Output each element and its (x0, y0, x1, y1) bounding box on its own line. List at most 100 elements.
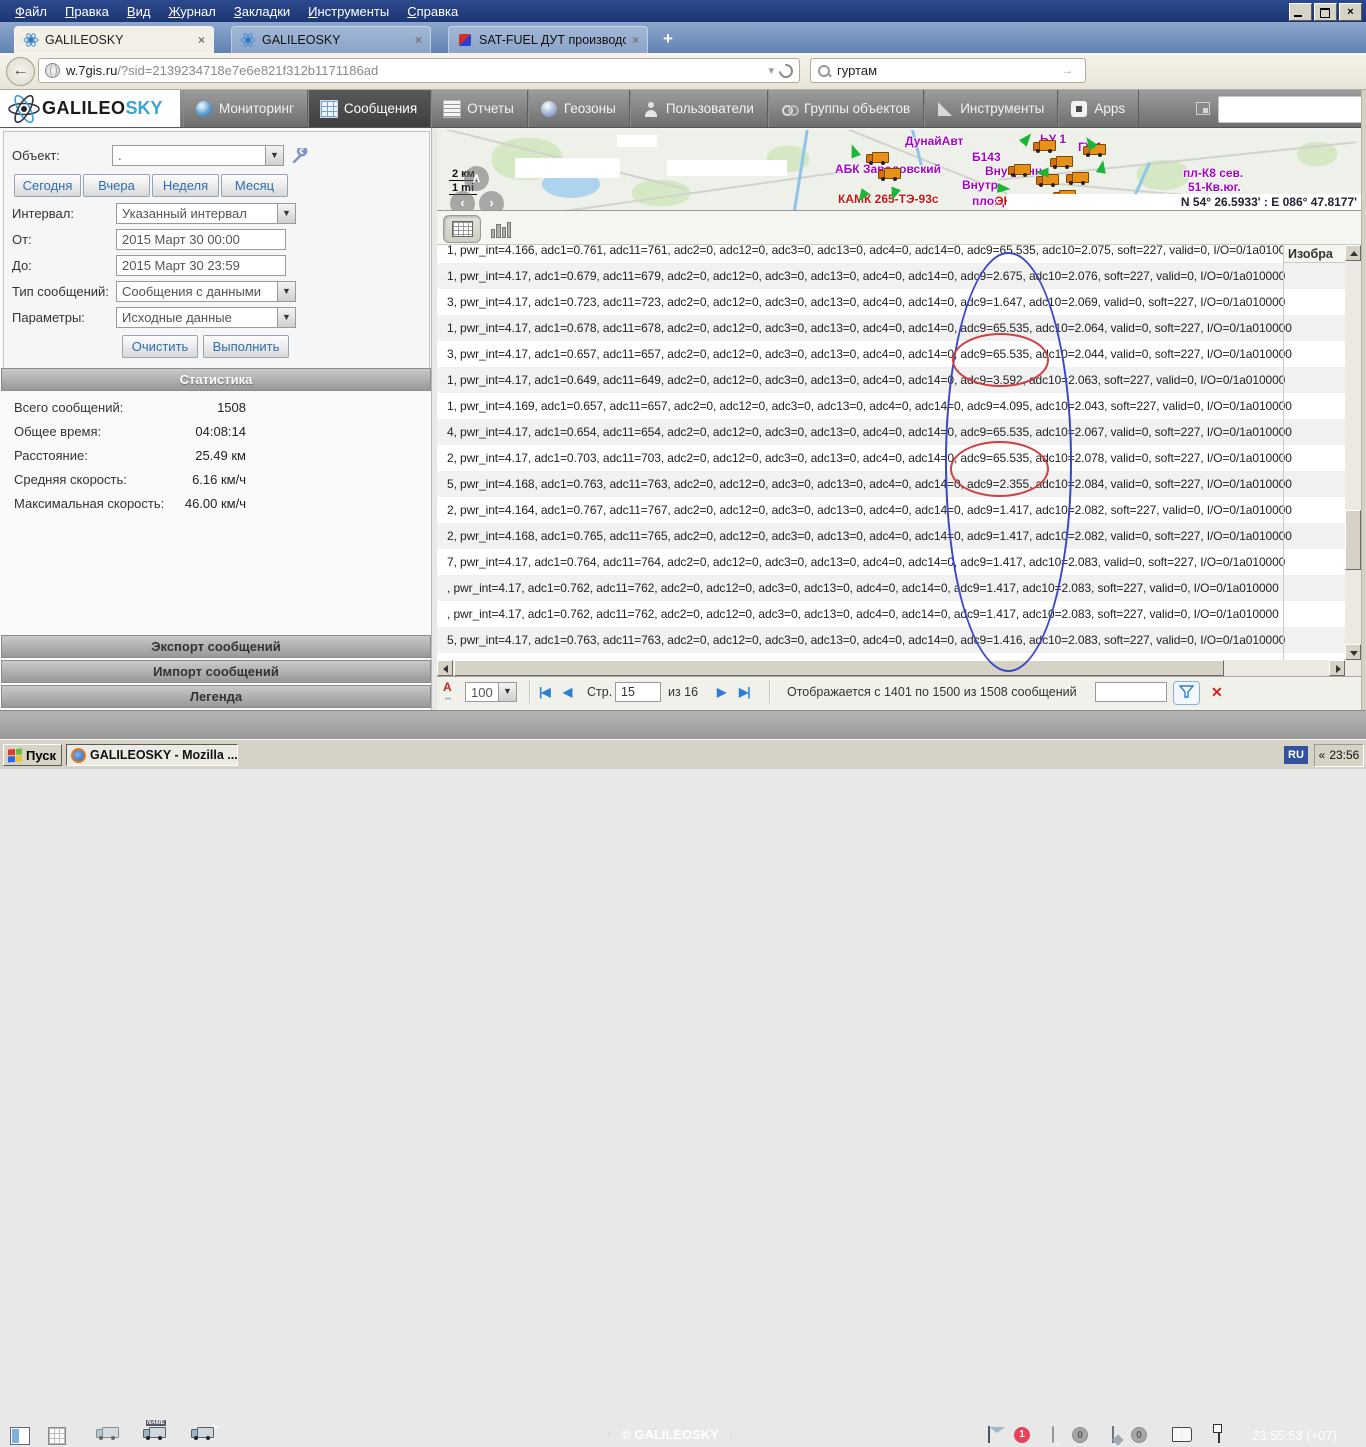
first-page-button[interactable]: |◀ (539, 682, 550, 702)
table-row[interactable]: 7, pwr_int=4.17, adc1=0.764, adc11=764, … (437, 549, 1345, 575)
restore-button[interactable] (1314, 3, 1337, 21)
params-select[interactable]: Исходные данные▼ (116, 307, 296, 328)
next-page-button[interactable]: ▶ (717, 682, 725, 702)
quick-range-button[interactable]: Неделя (152, 174, 219, 197)
clear-button[interactable]: Очистить (122, 335, 198, 358)
run-button[interactable]: Выполнить (203, 335, 289, 358)
page-number-input[interactable]: 15 (615, 682, 661, 702)
tab-close-icon[interactable]: × (632, 33, 639, 47)
from-input[interactable]: 2015 Март 30 00:00 (116, 229, 286, 250)
truck-icon[interactable] (877, 168, 901, 181)
horizontal-scrollbar[interactable] (437, 660, 1345, 676)
map-pan-up-button[interactable]: ∧ (464, 166, 489, 191)
reload-icon[interactable] (776, 61, 796, 81)
legend-bar[interactable]: Легенда (1, 685, 431, 708)
table-row[interactable]: 1, pwr_int=4.17, adc1=0.678, adc11=678, … (437, 315, 1345, 341)
photos-icon[interactable] (1112, 1426, 1114, 1443)
chat-icon[interactable] (1052, 1426, 1054, 1443)
object-select[interactable]: .▼ (112, 145, 284, 166)
vertical-scrollbar[interactable] (1345, 245, 1361, 676)
copyright-text[interactable]: ›© GALILEOSKY› (560, 1427, 780, 1442)
main-nav-item[interactable]: Мониторинг (183, 90, 308, 127)
menu-item[interactable]: Закладки (225, 2, 299, 21)
close-button[interactable]: × (1339, 3, 1362, 21)
quick-range-button[interactable]: Сегодня (14, 174, 81, 197)
truck-names-icon[interactable]: NAME (142, 1427, 166, 1440)
map-pan-right-button[interactable]: › (479, 191, 504, 211)
main-nav-item[interactable]: Apps (1058, 90, 1139, 127)
truck-icon[interactable] (1049, 156, 1073, 169)
table-row[interactable]: 1, pwr_int=4.169, adc1=0.657, adc11=657,… (437, 393, 1345, 419)
search-bar[interactable]: гуртам → (810, 58, 1086, 83)
table-row[interactable]: 2, pwr_int=4.17, adc1=0.703, adc11=703, … (437, 445, 1345, 471)
table-view-button[interactable] (443, 215, 481, 243)
messages-table[interactable]: 1, pwr_int=4.166, adc1=0.761, adc11=761,… (437, 245, 1345, 660)
page-scrollbar-strip[interactable] (1361, 90, 1366, 710)
menu-item[interactable]: Правка (56, 2, 118, 21)
popup-window-icon[interactable] (1196, 102, 1210, 115)
url-dropdown-icon[interactable]: ▾ (763, 64, 779, 77)
page-size-select[interactable]: 100▼ (465, 682, 517, 702)
new-tab-button[interactable]: + (655, 28, 681, 50)
tray-expand-icon[interactable]: « (1319, 748, 1326, 762)
language-indicator[interactable]: RU (1284, 746, 1308, 764)
table-row[interactable]: 1, pwr_int=4.17, adc1=0.679, adc11=679, … (437, 263, 1345, 289)
table-row[interactable]: 5, pwr_int=4.168, adc1=0.763, adc11=763,… (437, 471, 1345, 497)
table-row[interactable]: 3, pwr_int=4.17, adc1=0.657, adc11=657, … (437, 341, 1345, 367)
table-row[interactable]: 4, pwr_int=4.17, adc1=0.654, adc11=654, … (437, 419, 1345, 445)
scroll-right-button[interactable] (1329, 660, 1345, 676)
truck-icon[interactable] (1065, 172, 1089, 185)
search-input[interactable]: гуртам (837, 63, 1057, 78)
tab-close-icon[interactable]: × (198, 33, 205, 47)
main-nav-item[interactable]: Отчеты (431, 90, 528, 127)
truck-icon[interactable] (1032, 140, 1056, 153)
filter-clear-icon[interactable]: ✕ (1211, 682, 1223, 702)
main-nav-item[interactable]: Геозоны (528, 90, 630, 127)
statistics-header[interactable]: Статистика (1, 368, 431, 391)
vertical-scroll-thumb[interactable] (1345, 510, 1361, 570)
table-row[interactable]: , pwr_int=4.17, adc1=0.762, adc11=762, a… (437, 601, 1345, 627)
filter-funnel-button[interactable] (1173, 681, 1200, 705)
truck-toggle-icon[interactable] (95, 1427, 119, 1440)
menu-item[interactable]: Инструменты (299, 2, 398, 21)
menu-item[interactable]: Справка (398, 2, 467, 21)
wrench-icon[interactable] (292, 148, 310, 164)
last-page-button[interactable]: ▶| (739, 682, 750, 702)
table-row[interactable]: 5, pwr_int=4.17, adc1=0.763, adc11=763, … (437, 627, 1345, 653)
url-bar[interactable]: w.7gis.ru/?sid=2139234718e7e6e821f312b11… (38, 58, 800, 83)
map-source-icon[interactable] (1218, 1426, 1220, 1443)
truck-follow-icon[interactable]: ➤ (190, 1427, 214, 1440)
start-button[interactable]: Пуск (3, 744, 62, 766)
table-row[interactable]: , pwr_int=4.17, adc1=0.762, adc11=762, a… (437, 575, 1345, 601)
autofit-icon[interactable]: A↔ (443, 682, 452, 702)
main-nav-item[interactable]: Инструменты (924, 90, 1058, 127)
interval-select[interactable]: Указанный интервал▼ (116, 203, 296, 224)
scroll-left-button[interactable] (437, 660, 453, 676)
quick-range-button[interactable]: Вчера (83, 174, 150, 197)
menu-item[interactable]: Вид (118, 2, 160, 21)
table-filter-input[interactable] (1095, 682, 1167, 702)
prev-page-button[interactable]: ◀ (563, 682, 571, 702)
map-view[interactable]: 2 км 1 mi ∧ ‹ › ДунайАвтЬУ 1ГУ 1АБК Заво… (437, 130, 1361, 211)
truck-icon[interactable] (1007, 164, 1031, 177)
tab-close-icon[interactable]: × (415, 33, 422, 47)
taskbar-window-button[interactable]: GALILEOSKY - Mozilla ... (66, 744, 238, 766)
quick-range-button[interactable]: Месяц (221, 174, 288, 197)
scroll-up-button[interactable] (1345, 245, 1361, 261)
back-button[interactable]: ← (6, 57, 35, 86)
panels-layout-icon[interactable] (10, 1427, 30, 1445)
msgtype-select[interactable]: Сообщения с данными▼ (116, 281, 296, 302)
browser-tab[interactable]: GALILEOSKY × (231, 26, 431, 53)
main-nav-item[interactable]: Группы объектов (768, 90, 924, 127)
scroll-down-button[interactable] (1345, 644, 1361, 660)
menu-item[interactable]: Журнал (159, 2, 224, 21)
chart-view-button[interactable] (489, 218, 511, 238)
horizontal-scroll-thumb[interactable] (454, 660, 1224, 676)
grid-layout-icon[interactable] (48, 1427, 66, 1445)
map-pan-left-button[interactable]: ‹ (450, 191, 475, 211)
menu-item[interactable]: Файл (6, 2, 56, 21)
messages-notification-icon[interactable] (988, 1426, 990, 1443)
browser-tab[interactable]: SAT-FUEL ДУТ производств... × (448, 26, 648, 53)
main-nav-item[interactable]: Сообщения (308, 90, 431, 127)
guide-book-icon[interactable] (1172, 1427, 1192, 1442)
